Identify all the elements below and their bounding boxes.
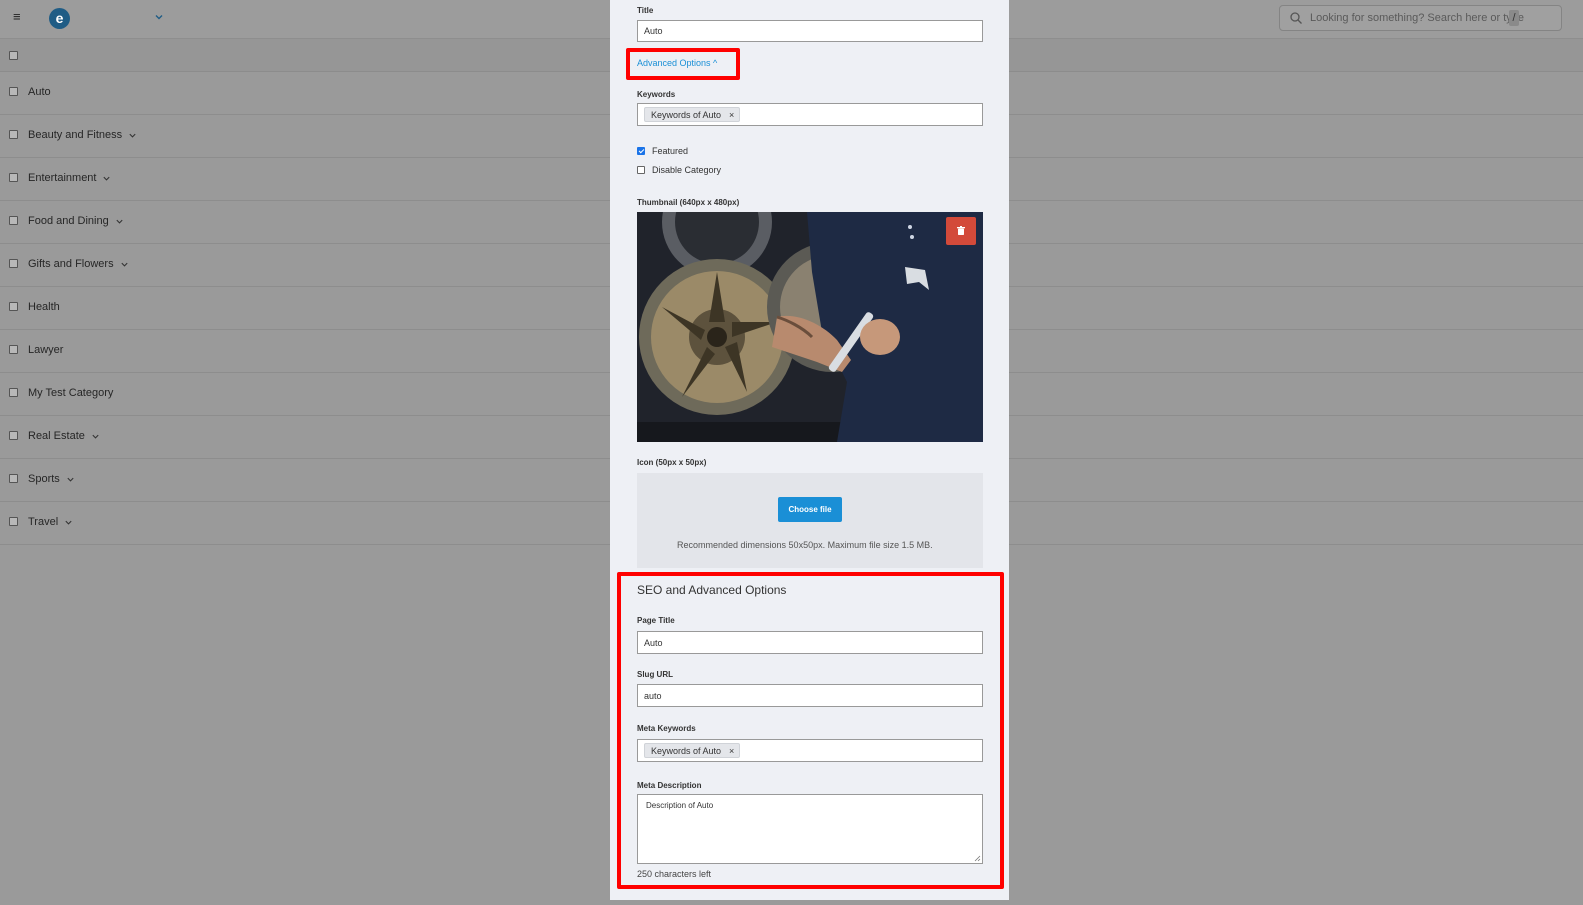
category-label-wrap: My Test Category <box>28 387 113 399</box>
icon-label: Icon (50px x 50px) <box>637 458 707 467</box>
category-name[interactable]: Auto <box>28 86 51 98</box>
category-checkbox[interactable] <box>9 302 18 311</box>
chevron-down-icon[interactable] <box>128 131 137 140</box>
page-title-label: Page Title <box>637 616 675 625</box>
category-name[interactable]: Beauty and Fitness <box>28 129 122 141</box>
category-checkbox[interactable] <box>9 216 18 225</box>
category-name[interactable]: My Test Category <box>28 387 113 399</box>
tag-remove-icon[interactable]: × <box>729 746 734 756</box>
page-title-input[interactable]: Auto <box>637 631 983 654</box>
category-checkbox[interactable] <box>9 259 18 268</box>
search-input[interactable]: Looking for something? Search here or ty… <box>1279 5 1562 31</box>
title-label: Title <box>637 6 654 15</box>
slug-url-value: auto <box>644 690 662 701</box>
chevron-down-icon[interactable] <box>64 518 73 527</box>
resize-grip-icon[interactable] <box>973 854 981 862</box>
thumbnail-image <box>637 212 983 442</box>
search-placeholder: Looking for something? Search here or ty… <box>1310 12 1525 24</box>
featured-checkbox-row[interactable]: Featured <box>637 146 688 156</box>
category-name[interactable]: Health <box>28 301 60 313</box>
hamburger-menu-icon[interactable]: ≡ <box>13 10 25 23</box>
category-checkbox[interactable] <box>9 388 18 397</box>
meta-description-textarea[interactable]: Description of Auto <box>637 794 983 864</box>
category-name[interactable]: Gifts and Flowers <box>28 258 114 270</box>
advanced-options-toggle[interactable]: Advanced Options ^ <box>637 58 717 68</box>
chevron-down-icon[interactable] <box>154 12 164 22</box>
category-label-wrap: Gifts and Flowers <box>28 258 129 270</box>
category-checkbox[interactable] <box>9 474 18 483</box>
meta-keywords-input[interactable]: Keywords of Auto × <box>637 739 983 762</box>
category-label-wrap: Entertainment <box>28 172 111 184</box>
chevron-down-icon[interactable] <box>66 475 75 484</box>
category-label-wrap: Travel <box>28 516 73 528</box>
choose-file-button[interactable]: Choose file <box>778 497 842 522</box>
category-name[interactable]: Real Estate <box>28 430 85 442</box>
category-checkbox[interactable] <box>9 87 18 96</box>
category-label-wrap: Lawyer <box>28 344 63 356</box>
app-logo[interactable]: e <box>49 8 70 29</box>
category-label-wrap: Auto <box>28 86 51 98</box>
delete-thumbnail-button[interactable] <box>946 217 976 245</box>
title-value: Auto <box>644 26 663 36</box>
keyword-tag-text: Keywords of Auto <box>651 109 722 120</box>
select-all-checkbox[interactable] <box>9 51 18 60</box>
featured-checkbox[interactable] <box>637 147 645 155</box>
meta-description-label: Meta Description <box>637 781 702 790</box>
characters-left-counter: 250 characters left <box>637 869 712 879</box>
page-title-value: Auto <box>644 637 663 648</box>
disable-checkbox-row[interactable]: Disable Category <box>637 165 721 175</box>
category-label-wrap: Health <box>28 301 60 313</box>
title-input[interactable]: Auto <box>637 20 983 42</box>
disable-category-label: Disable Category <box>652 165 722 175</box>
slug-url-input[interactable]: auto <box>637 684 983 707</box>
category-name[interactable]: Entertainment <box>28 172 96 184</box>
tag-remove-icon[interactable]: × <box>729 110 734 120</box>
chevron-down-icon[interactable] <box>115 217 124 226</box>
meta-description-value: Description of Auto <box>646 801 714 810</box>
category-name[interactable]: Travel <box>28 516 58 528</box>
recommended-dimensions-text: Recommended dimensions 50x50px. Maximum … <box>677 540 933 550</box>
keywords-input[interactable]: Keywords of Auto × <box>637 103 983 126</box>
category-label-wrap: Real Estate <box>28 430 100 442</box>
keyword-tag: Keywords of Auto × <box>644 107 741 122</box>
chevron-down-icon[interactable] <box>91 432 100 441</box>
category-checkbox[interactable] <box>9 173 18 182</box>
chevron-down-icon[interactable] <box>120 260 129 269</box>
category-name[interactable]: Sports <box>28 473 60 485</box>
category-name[interactable]: Lawyer <box>28 344 63 356</box>
category-name[interactable]: Food and Dining <box>28 215 109 227</box>
category-label-wrap: Beauty and Fitness <box>28 129 137 141</box>
seo-section-title: SEO and Advanced Options <box>637 583 787 597</box>
category-label-wrap: Food and Dining <box>28 215 124 227</box>
meta-keywords-label: Meta Keywords <box>637 724 696 733</box>
keywords-label: Keywords <box>637 90 676 99</box>
search-shortcut-key: / <box>1509 10 1519 26</box>
trash-icon <box>957 226 965 235</box>
category-checkbox[interactable] <box>9 345 18 354</box>
category-checkbox[interactable] <box>9 517 18 526</box>
meta-keyword-tag: Keywords of Auto × <box>644 743 741 758</box>
slug-url-label: Slug URL <box>637 670 673 679</box>
category-label-wrap: Sports <box>28 473 75 485</box>
chevron-down-icon[interactable] <box>102 174 111 183</box>
featured-label: Featured <box>652 146 689 156</box>
search-icon <box>1290 12 1302 24</box>
meta-keyword-tag-text: Keywords of Auto <box>651 745 722 756</box>
thumbnail-label: Thumbnail (640px x 480px) <box>637 198 740 207</box>
category-checkbox[interactable] <box>9 431 18 440</box>
category-checkbox[interactable] <box>9 130 18 139</box>
disable-category-checkbox[interactable] <box>637 166 645 174</box>
